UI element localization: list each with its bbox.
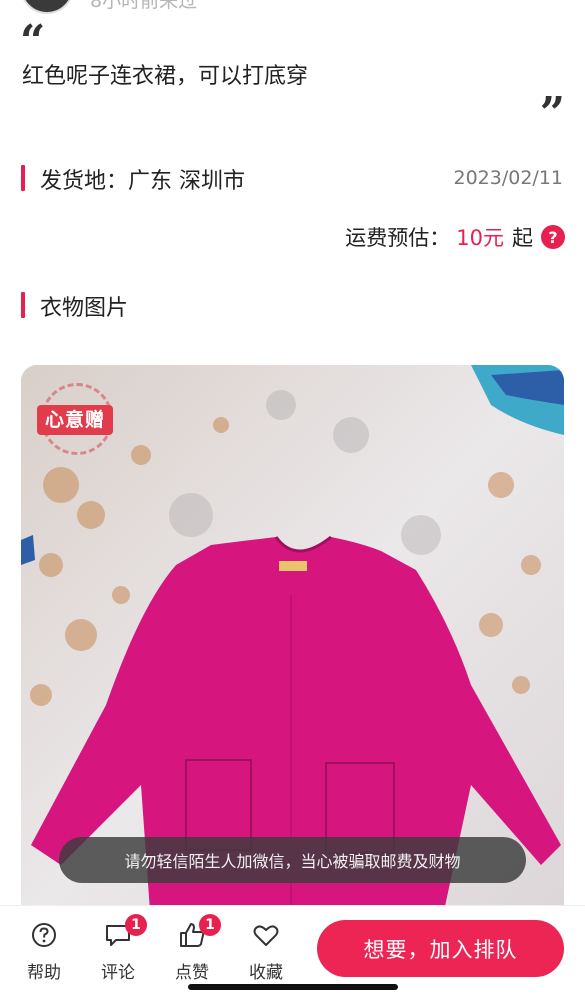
nav-like-label: 点赞 <box>175 963 209 983</box>
close-quote-icon: ” <box>539 88 565 139</box>
want-join-queue-button[interactable]: 想要，加入排队 <box>317 920 564 977</box>
nav-comment[interactable]: 1 评论 <box>90 914 147 983</box>
heart-icon <box>251 920 281 950</box>
shipping-fee-suffix: 起 <box>512 226 533 250</box>
nav-like[interactable]: 1 点赞 <box>164 914 221 983</box>
shipping-fee-label: 运费预估： <box>345 226 451 250</box>
section-marker <box>21 292 25 318</box>
scam-warning-toast: 请勿轻信陌生人加微信，当心被骗取邮费及财物 <box>59 837 526 883</box>
shipping-fee-value: 10元 <box>456 226 504 250</box>
ship-from-location: 发货地：广东 深圳市 <box>40 169 245 194</box>
item-description: 红色呢子连衣裙，可以打底穿 <box>22 64 309 89</box>
thumbs-up-icon: 1 <box>177 914 221 950</box>
photos-section-title: 衣物图片 <box>40 296 129 321</box>
last-seen-text: 8小时前来过 <box>90 0 198 12</box>
nav-comment-label: 评论 <box>101 963 135 983</box>
comment-icon: 1 <box>103 914 147 950</box>
avatar[interactable] <box>20 0 74 14</box>
gift-badge-label: 心意赠 <box>37 405 114 435</box>
section-marker <box>21 165 25 191</box>
nav-help[interactable]: 帮助 <box>16 920 72 983</box>
like-count-badge: 1 <box>199 914 221 936</box>
fee-help-icon[interactable]: ? <box>541 225 565 249</box>
gift-badge: 心意赠 <box>37 379 129 471</box>
nav-favorite[interactable]: 收藏 <box>238 920 294 983</box>
nav-help-label: 帮助 <box>27 963 61 983</box>
shipping-fee-row: 运费预估： 10元 起 ? <box>345 222 565 252</box>
home-indicator[interactable] <box>188 984 398 990</box>
nav-favorite-label: 收藏 <box>249 963 283 983</box>
help-icon <box>29 920 59 950</box>
header-partial: 8小时前来过 <box>0 0 585 14</box>
post-date: 2023/02/11 <box>453 167 563 189</box>
comment-count-badge: 1 <box>125 914 147 936</box>
